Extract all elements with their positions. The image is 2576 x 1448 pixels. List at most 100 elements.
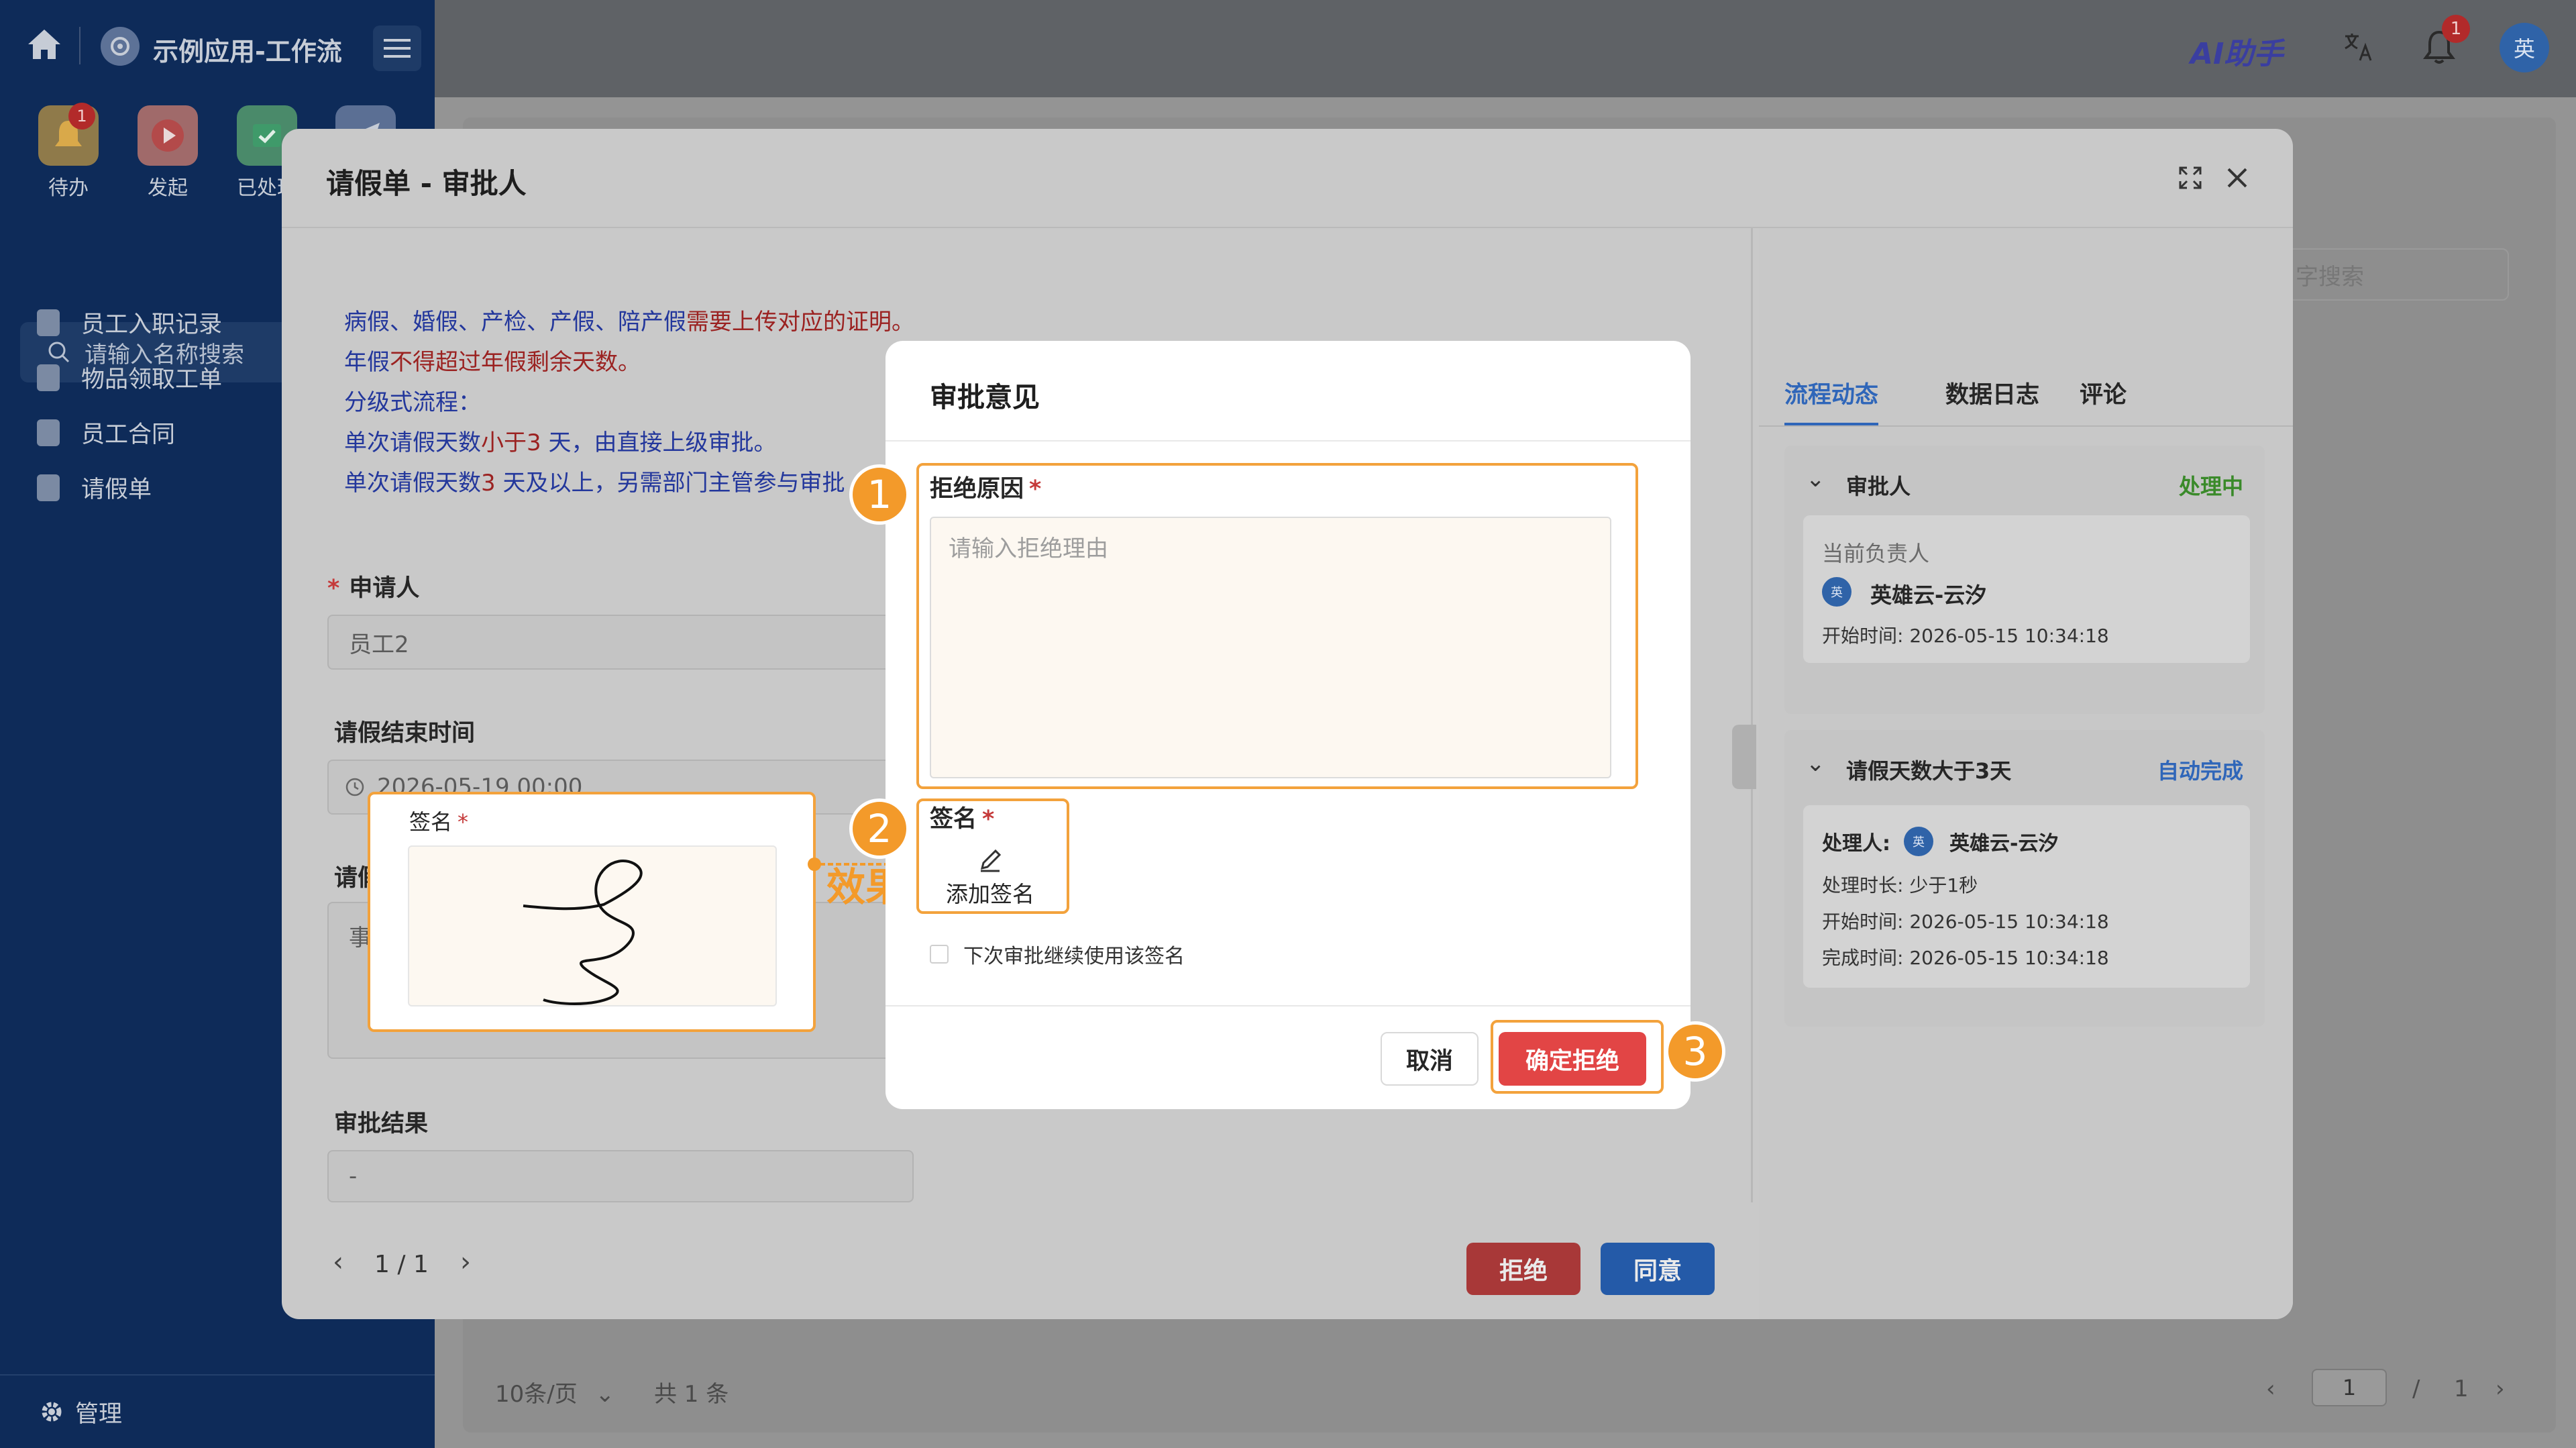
total-count: 共 1 条 xyxy=(654,1381,729,1408)
app-logo-icon xyxy=(101,27,140,66)
ai-assistant-button[interactable]: AI助手 xyxy=(2190,30,2283,72)
leave-notice: 病假、婚假、产检、产假、陪产假需要上传对应的证明。 年假不得超过年假剩余天数。 … xyxy=(344,302,914,503)
connector-dot xyxy=(808,858,821,871)
highlight-reject-reason xyxy=(916,463,1638,789)
process-node-auto: ⌄ 请假天数大于3天 自动完成 处理人: 英 英雄云-云汐 处理时长: 少于1秒… xyxy=(1784,730,2265,1027)
sidebar-item-leave[interactable]: 请假单 xyxy=(37,470,152,505)
chevron-down-icon[interactable]: ⌄ xyxy=(1806,750,1825,777)
notice-text: 年假 xyxy=(344,349,390,376)
sidebar-footer-manage[interactable]: 管理 xyxy=(0,1374,435,1448)
quick-action-label: 发起 xyxy=(148,176,188,200)
node-status: 处理中 xyxy=(2178,474,2243,499)
sidebar-item-onboarding[interactable]: 员工入职记录 xyxy=(37,305,222,340)
collapse-handle[interactable] xyxy=(1732,725,1756,789)
tab-comments[interactable]: 评论 xyxy=(2080,376,2127,410)
page-current-value: 1 xyxy=(2342,1375,2357,1400)
sidebar-item-label: 请假单 xyxy=(81,476,152,503)
page-total: 1 xyxy=(2454,1376,2469,1402)
next-record-icon[interactable]: › xyxy=(460,1247,471,1278)
example-signature-label: 签名 * xyxy=(409,809,469,835)
document-icon xyxy=(37,419,60,446)
start-time: 开始时间: 2026-05-15 10:34:18 xyxy=(1822,911,2109,933)
record-total: 1 xyxy=(413,1251,429,1278)
quick-action-label: 待办 xyxy=(48,176,89,200)
quick-action-start[interactable]: 发起 xyxy=(127,105,208,201)
user-avatar: 英 xyxy=(1904,827,1933,856)
reuse-signature-option[interactable]: 下次审批继续使用该签名 xyxy=(930,939,1185,969)
chevron-down-icon: ⌄ xyxy=(595,1381,615,1408)
reject-button[interactable]: 拒绝 xyxy=(1466,1243,1580,1295)
tab-data-log[interactable]: 数据日志 xyxy=(1945,376,2039,410)
notice-text: 分级式流程： xyxy=(344,389,481,416)
notification-badge: 1 xyxy=(2442,15,2470,43)
dialog-divider xyxy=(885,1005,1690,1006)
highlight-confirm-button xyxy=(1491,1020,1664,1094)
translate-icon[interactable] xyxy=(2341,31,2375,64)
owner-label: 当前负责人 xyxy=(1822,541,1930,566)
close-icon[interactable] xyxy=(2224,165,2250,191)
page-separator: / xyxy=(2412,1376,2420,1402)
sidebar-item-supplies[interactable]: 物品领取工单 xyxy=(37,360,222,395)
result-label: 审批结果 xyxy=(334,1110,429,1137)
approval-dialog-title: 审批意见 xyxy=(930,381,1040,413)
home-icon[interactable] xyxy=(25,27,63,62)
reuse-signature-label: 下次审批继续使用该签名 xyxy=(963,945,1185,968)
notice-text: 病假、婚假、产检、产假、陪产假 xyxy=(344,309,686,335)
applicant-label: * 申请人 xyxy=(327,575,420,602)
notice-highlight: 3 xyxy=(481,470,496,497)
dialog-footer: ‹ 1 / 1 › 拒绝 同意 xyxy=(282,1216,1751,1319)
handler-row: 处理人: 英 英雄云-云汐 xyxy=(1822,827,2058,856)
tab-process[interactable]: 流程动态 xyxy=(1784,376,1878,410)
cancel-button[interactable]: 取消 xyxy=(1381,1032,1479,1086)
page-size-select[interactable]: 10条/页 ⌄ xyxy=(495,1376,614,1408)
user-avatar[interactable]: 英 xyxy=(2500,23,2549,72)
notice-highlight: 小于3 xyxy=(481,429,541,456)
prev-page-icon[interactable]: ‹ xyxy=(2266,1376,2275,1402)
fullscreen-icon[interactable] xyxy=(2178,165,2203,191)
process-panel: 流程动态 数据日志 评论 ⌄ 审批人 处理中 当前负责人 英 英雄云-云汐 开始… xyxy=(1759,228,2293,1319)
page-input[interactable]: 1 xyxy=(2312,1369,2387,1406)
manage-label: 管理 xyxy=(75,1400,123,1428)
play-icon xyxy=(138,105,198,166)
next-page-icon[interactable]: › xyxy=(2496,1376,2505,1402)
sidebar-item-label: 员工入职记录 xyxy=(81,311,223,338)
reuse-signature-checkbox[interactable] xyxy=(930,945,949,964)
node-detail: 处理人: 英 英雄云-云汐 处理时长: 少于1秒 开始时间: 2026-05-1… xyxy=(1803,805,2250,988)
page-size-value: 10条/页 xyxy=(495,1381,578,1408)
finish-time: 完成时间: 2026-05-15 10:34:18 xyxy=(1822,947,2109,969)
dialog-header: 请假单 - 审批人 xyxy=(282,129,2293,228)
record-current: 1 xyxy=(374,1251,390,1278)
step-3-badge: 3 xyxy=(1665,1021,1725,1082)
notice-text: 单次请假天数 xyxy=(344,429,481,456)
owner-name: 英雄云-云汐 xyxy=(1870,582,1987,608)
sidebar-item-contracts[interactable]: 员工合同 xyxy=(37,415,175,450)
app-header: 示例应用-工作流 xyxy=(0,0,435,97)
menu-icon[interactable] xyxy=(373,25,421,71)
node-status: 自动完成 xyxy=(2157,758,2243,784)
panel-divider xyxy=(1751,228,1753,1202)
chevron-down-icon[interactable]: ⌄ xyxy=(1806,466,1825,493)
highlight-signature xyxy=(916,798,1069,914)
document-icon xyxy=(37,309,60,336)
sidebar-item-label: 员工合同 xyxy=(81,421,176,448)
todo-badge: 1 xyxy=(68,103,95,130)
dialog-divider xyxy=(885,440,1690,442)
step-2-badge: 2 xyxy=(849,798,910,859)
notice-highlight: 需要上传对应的证明。 xyxy=(686,309,914,335)
prev-record-icon[interactable]: ‹ xyxy=(333,1247,343,1278)
user-avatar: 英 xyxy=(1822,577,1851,607)
dialog-title: 请假单 - 审批人 xyxy=(326,167,527,200)
node-name: 请假天数大于3天 xyxy=(1846,758,2012,784)
separator xyxy=(79,27,80,64)
notice-text: 天及以上，另需部门主管参与审批 xyxy=(495,470,845,497)
document-icon xyxy=(37,474,60,501)
clock-icon xyxy=(345,778,364,796)
handler-name: 英雄云-云汐 xyxy=(1949,832,2059,856)
notice-highlight: 不得超过年假剩余天数。 xyxy=(390,349,641,376)
process-node-approver: ⌄ 审批人 处理中 当前负责人 英 英雄云-云汐 开始时间: 2026-05-1… xyxy=(1784,446,2265,714)
app-title: 示例应用-工作流 xyxy=(153,37,342,66)
notice-text: 单次请假天数 xyxy=(344,470,481,497)
approve-button[interactable]: 同意 xyxy=(1601,1243,1715,1295)
page-search-input[interactable]: 字搜索 xyxy=(2261,248,2509,301)
tabs-divider xyxy=(1759,425,2293,427)
